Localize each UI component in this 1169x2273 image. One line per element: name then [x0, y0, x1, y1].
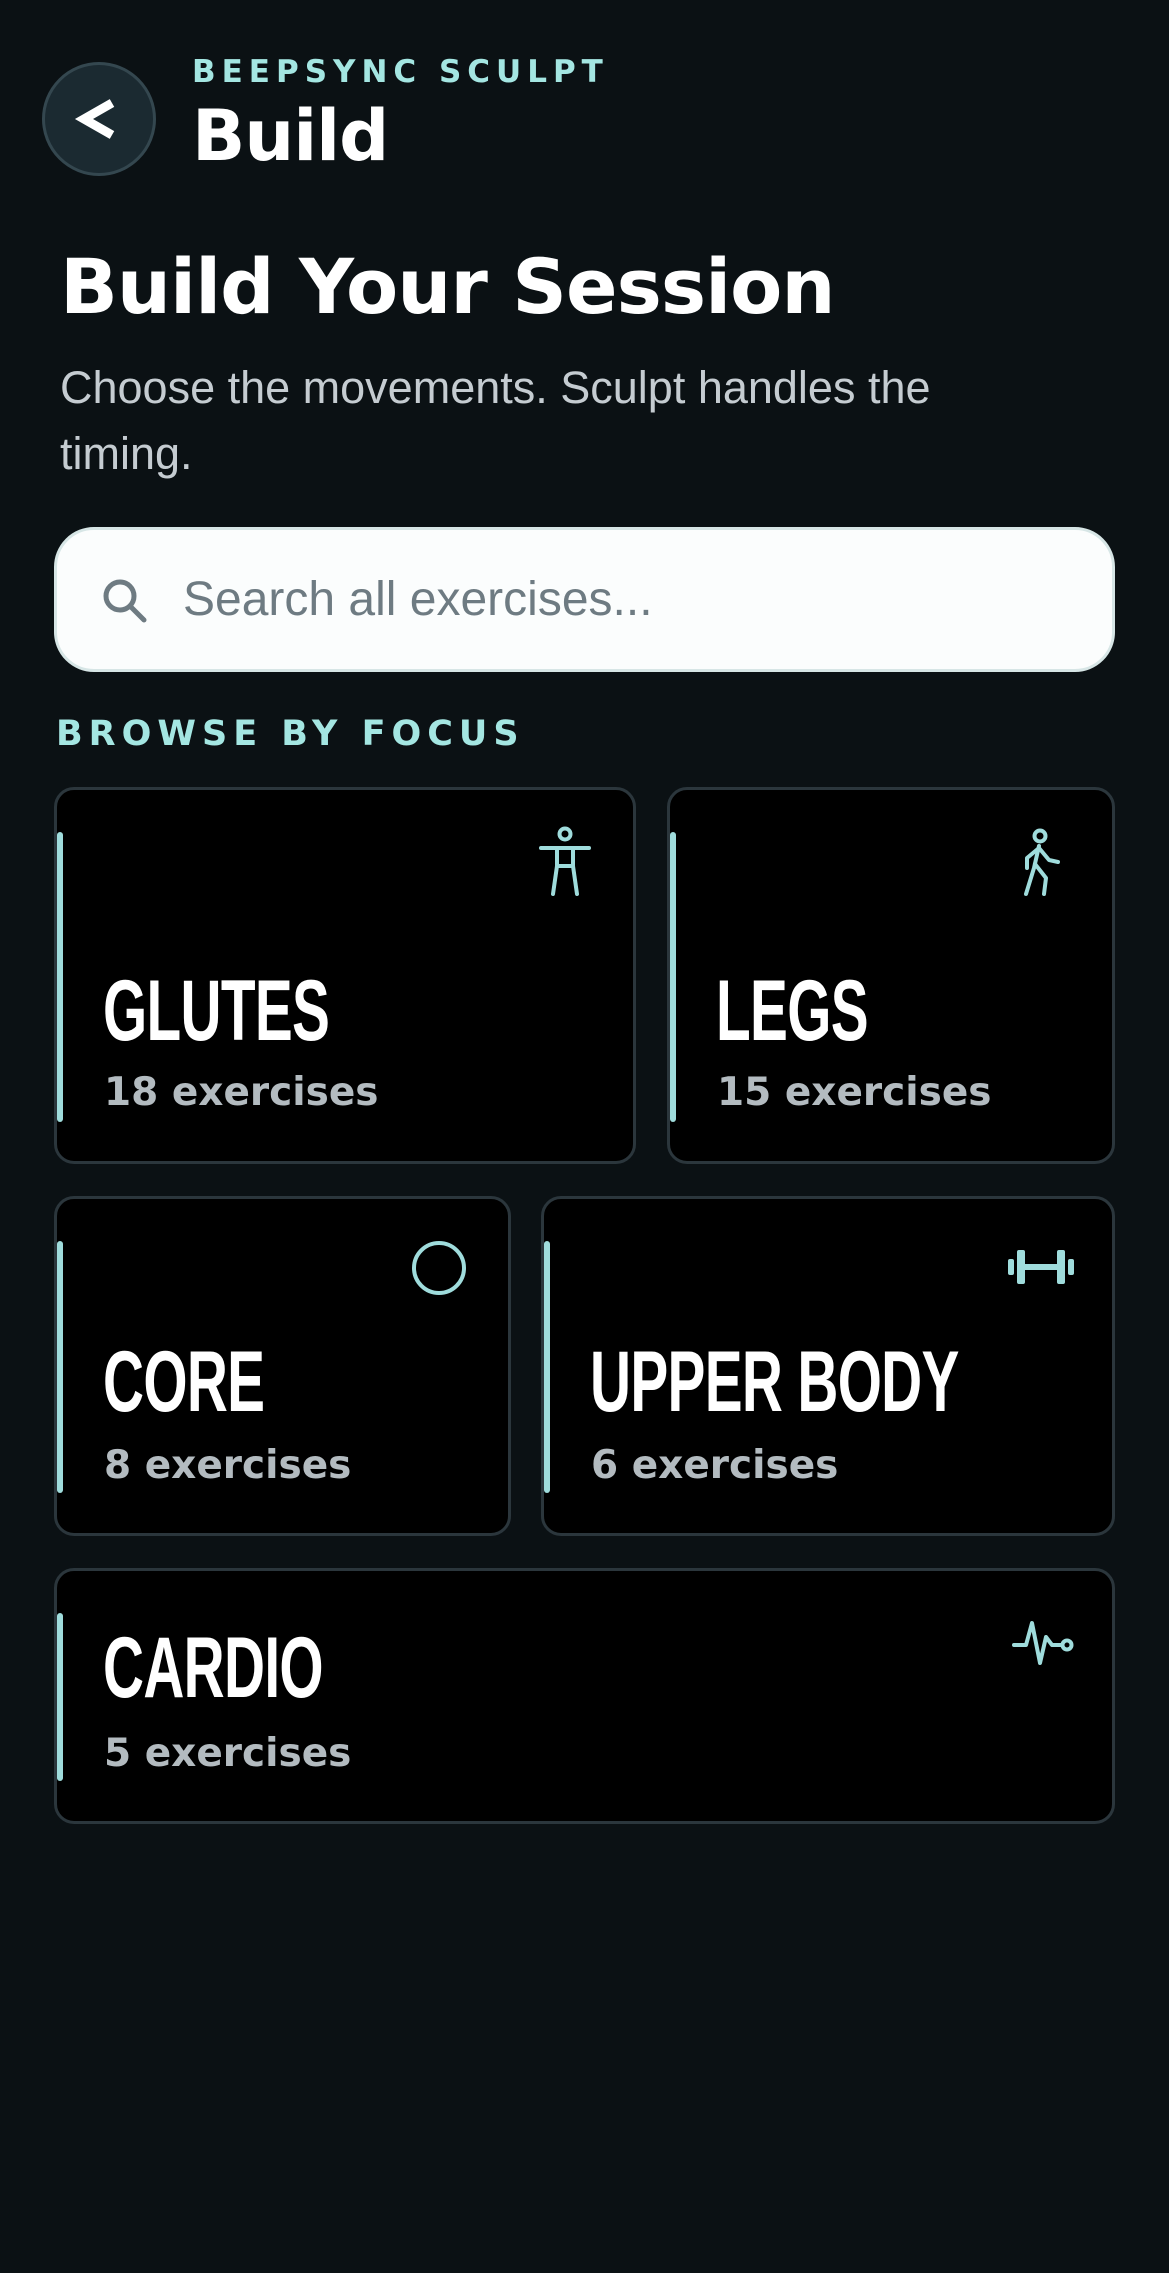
card-title: GLUTES: [103, 963, 330, 1059]
card-title: CARDIO: [103, 1620, 324, 1716]
card-count: 18 exercises: [104, 1070, 379, 1115]
circle-icon: [412, 1241, 466, 1295]
page-subtitle: Choose the movements. Sculpt handles the…: [60, 362, 931, 479]
card-count: 6 exercises: [591, 1443, 839, 1488]
card-accent-bar: [57, 832, 63, 1122]
chevron-left-icon: [74, 99, 115, 139]
card-accent-bar: [57, 1241, 63, 1493]
screen-title: Build: [192, 95, 389, 177]
card-count: 5 exercises: [104, 1731, 352, 1776]
card-accent-bar: [670, 832, 676, 1122]
section-label: BROWSE BY FOCUS: [56, 714, 525, 754]
search-icon: [103, 579, 147, 622]
heart-pulse-icon: [1012, 1621, 1074, 1665]
build-screen: BEEPSYNC SCULPT Build Build Your Session…: [0, 0, 1169, 2273]
card-count: 15 exercises: [717, 1070, 992, 1115]
person-icon: [539, 826, 591, 896]
page-title: Build Your Session: [60, 242, 835, 331]
dumbbell-icon: [1008, 1250, 1074, 1284]
search-bar[interactable]: [54, 527, 1115, 672]
back-button[interactable]: [42, 62, 156, 176]
category-card-glutes[interactable]: GLUTES 18 exercises: [54, 787, 636, 1164]
card-title: LEGS: [716, 963, 869, 1059]
category-card-cardio[interactable]: CARDIO 5 exercises: [54, 1568, 1115, 1824]
card-title: UPPER BODY: [590, 1334, 959, 1430]
category-card-upper-body[interactable]: UPPER BODY 6 exercises: [541, 1196, 1115, 1536]
walking-icon: [1024, 828, 1060, 896]
card-title: CORE: [103, 1334, 265, 1430]
app-name: BEEPSYNC SCULPT: [192, 54, 609, 90]
search-input[interactable]: [183, 572, 1063, 627]
category-card-core[interactable]: CORE 8 exercises: [54, 1196, 511, 1536]
card-accent-bar: [544, 1241, 550, 1493]
card-count: 8 exercises: [104, 1443, 352, 1488]
category-card-legs[interactable]: LEGS 15 exercises: [667, 787, 1115, 1164]
card-accent-bar: [57, 1613, 63, 1781]
